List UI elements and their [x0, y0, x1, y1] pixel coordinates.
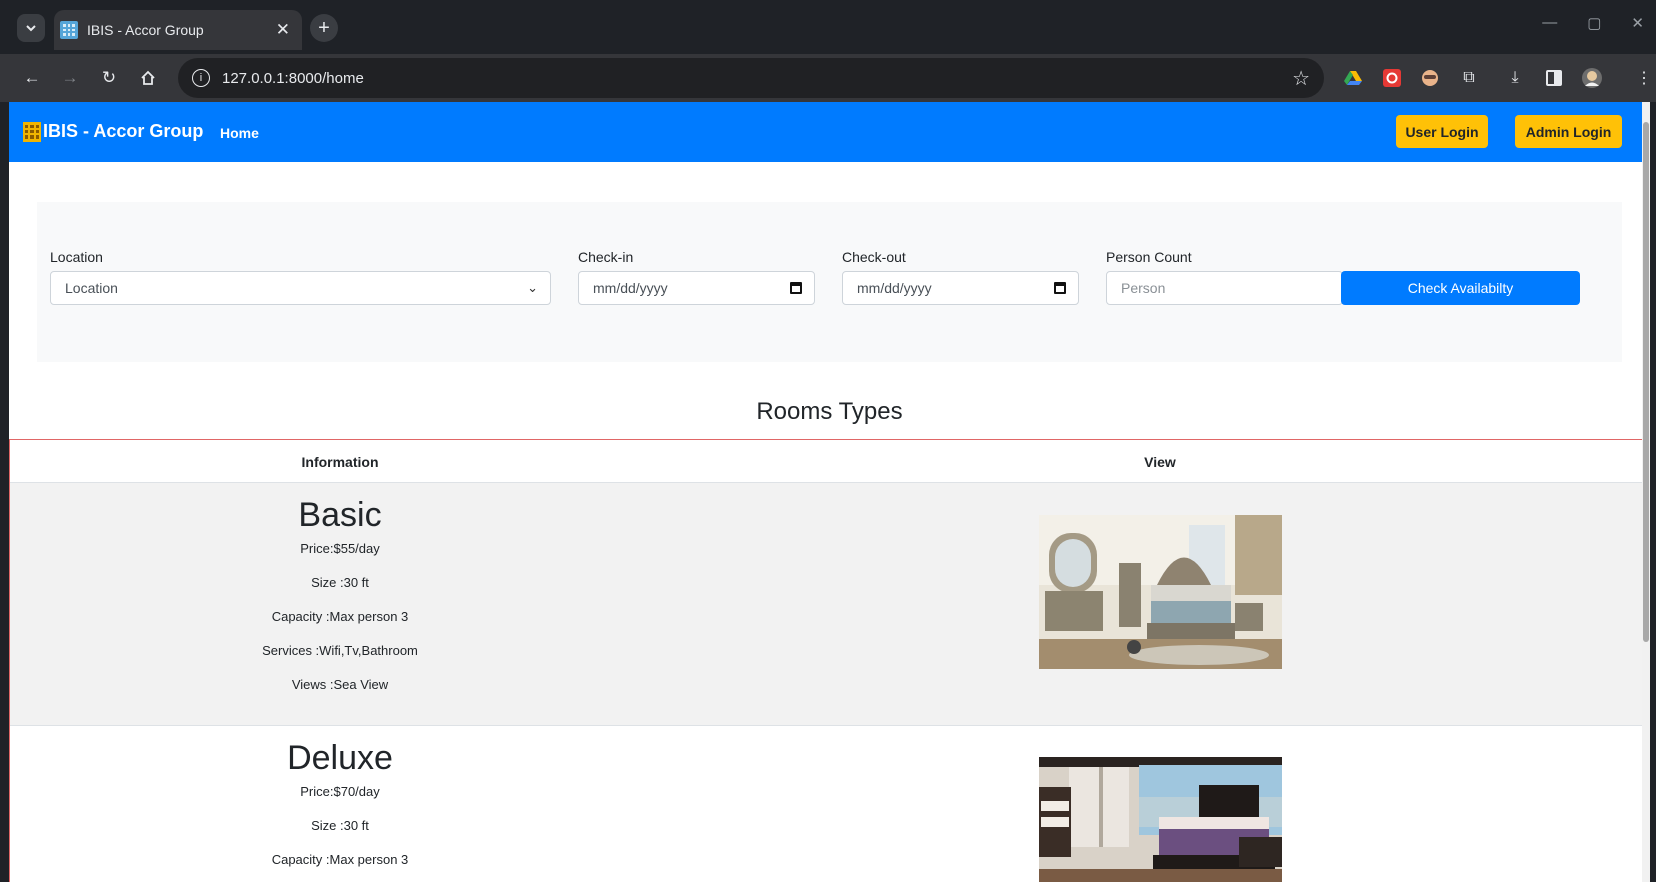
hotel-favicon-icon: [60, 21, 78, 39]
room-capacity: Capacity :Max person 3: [271, 852, 409, 867]
calendar-icon[interactable]: [790, 282, 802, 294]
brand-logo[interactable]: IBIS - Accor Group: [23, 121, 203, 142]
forward-arrow-icon[interactable]: →: [58, 66, 82, 90]
user-login-button[interactable]: User Login: [1396, 115, 1488, 148]
chevron-down-icon: ⌄: [527, 280, 538, 295]
room-price: Price:$70/day: [300, 784, 380, 799]
room-size: Size :30 ft: [311, 818, 369, 833]
location-select[interactable]: Location ⌄: [50, 271, 551, 305]
admin-login-button[interactable]: Admin Login: [1515, 115, 1622, 148]
web-page: IBIS - Accor Group Home User Login Admin…: [9, 102, 1650, 882]
reload-icon[interactable]: ↻: [97, 66, 121, 90]
check-availability-button[interactable]: Check Availabilty: [1341, 271, 1580, 305]
location-label: Location: [50, 249, 103, 265]
calendar-icon[interactable]: [1054, 282, 1066, 294]
profile-avatar-icon[interactable]: [1580, 66, 1604, 90]
rooms-table: Information View Basic Price:$55/day Siz…: [9, 439, 1650, 882]
hotel-building-icon: [23, 121, 41, 142]
extension-red-icon[interactable]: [1380, 66, 1404, 90]
window-controls: — ▢ ✕: [1542, 14, 1656, 32]
download-icon[interactable]: ⤓: [1503, 66, 1527, 90]
browser-toolbar: ← → ↻ i 127.0.0.1:8000/home ☆ ⧉ ⤓ ⋮: [0, 54, 1656, 102]
table-row: Basic Price:$55/day Size :30 ft Capacity…: [10, 483, 1649, 726]
tab-search-button[interactable]: [17, 14, 45, 42]
side-panel-icon[interactable]: [1542, 66, 1566, 90]
room-services: Services :Wifi,Tv,Bathroom: [262, 643, 418, 658]
table-header-row: Information View: [10, 440, 1649, 483]
minimize-icon[interactable]: —: [1542, 14, 1557, 32]
bookmark-star-icon[interactable]: ☆: [1292, 66, 1310, 91]
site-info-icon[interactable]: i: [192, 69, 210, 87]
browser-tab[interactable]: IBIS - Accor Group ✕: [54, 10, 302, 50]
browser-tabbar: IBIS - Accor Group ✕ + — ▢ ✕: [0, 0, 1656, 54]
room-views: Views :Sea View: [291, 677, 389, 692]
rooms-types-heading: Rooms Types: [756, 398, 903, 425]
chevron-down-icon: [26, 25, 36, 32]
home-icon[interactable]: [136, 66, 160, 90]
room-photo: [1039, 515, 1282, 669]
room-information: Basic Price:$55/day Size :30 ft Capacity…: [190, 495, 490, 709]
location-select-value: Location: [65, 280, 118, 296]
new-tab-button[interactable]: +: [310, 14, 338, 42]
checkout-date-input[interactable]: mm/dd/yyyy: [842, 271, 1079, 305]
tab-title: IBIS - Accor Group: [87, 22, 204, 38]
information-column-header: Information: [301, 454, 379, 470]
url-text[interactable]: 127.0.0.1:8000/home: [222, 70, 1292, 87]
checkout-label: Check-out: [842, 249, 906, 265]
address-bar[interactable]: i 127.0.0.1:8000/home ☆: [178, 58, 1324, 98]
room-size: Size :30 ft: [311, 575, 369, 590]
room-name: Basic: [298, 496, 382, 534]
room-price: Price:$55/day: [300, 541, 380, 556]
person-placeholder: Person: [1121, 280, 1166, 296]
menu-kebab-icon[interactable]: ⋮: [1632, 66, 1656, 90]
page-scrollbar[interactable]: [1642, 102, 1650, 882]
table-row: Deluxe Price:$70/day Size :30 ft Capacit…: [10, 726, 1649, 882]
room-capacity: Capacity :Max person 3: [271, 609, 409, 624]
puzzle-extensions-icon[interactable]: ⧉: [1457, 66, 1481, 90]
view-column-header: View: [1144, 454, 1176, 470]
close-icon[interactable]: ✕: [276, 20, 290, 40]
checkin-date-input[interactable]: mm/dd/yyyy: [578, 271, 815, 305]
scrollbar-thumb[interactable]: [1643, 122, 1649, 642]
room-name: Deluxe: [287, 739, 393, 777]
brand-name: IBIS - Accor Group: [43, 121, 204, 141]
checkout-placeholder: mm/dd/yyyy: [857, 280, 932, 296]
window-close-icon[interactable]: ✕: [1631, 14, 1644, 32]
room-information: Deluxe Price:$70/day Size :30 ft Capacit…: [190, 738, 490, 882]
maximize-icon[interactable]: ▢: [1587, 14, 1601, 32]
google-drive-icon[interactable]: [1341, 66, 1365, 90]
checkin-label: Check-in: [578, 249, 634, 265]
person-count-label: Person Count: [1106, 249, 1192, 265]
extension-avatar-icon[interactable]: [1418, 66, 1442, 90]
site-navbar: IBIS - Accor Group Home User Login Admin…: [9, 102, 1650, 162]
person-count-input[interactable]: Person: [1106, 271, 1343, 305]
nav-home-link[interactable]: Home: [220, 125, 259, 141]
room-photo: [1039, 757, 1282, 882]
back-arrow-icon[interactable]: ←: [20, 66, 44, 90]
checkin-placeholder: mm/dd/yyyy: [593, 280, 668, 296]
